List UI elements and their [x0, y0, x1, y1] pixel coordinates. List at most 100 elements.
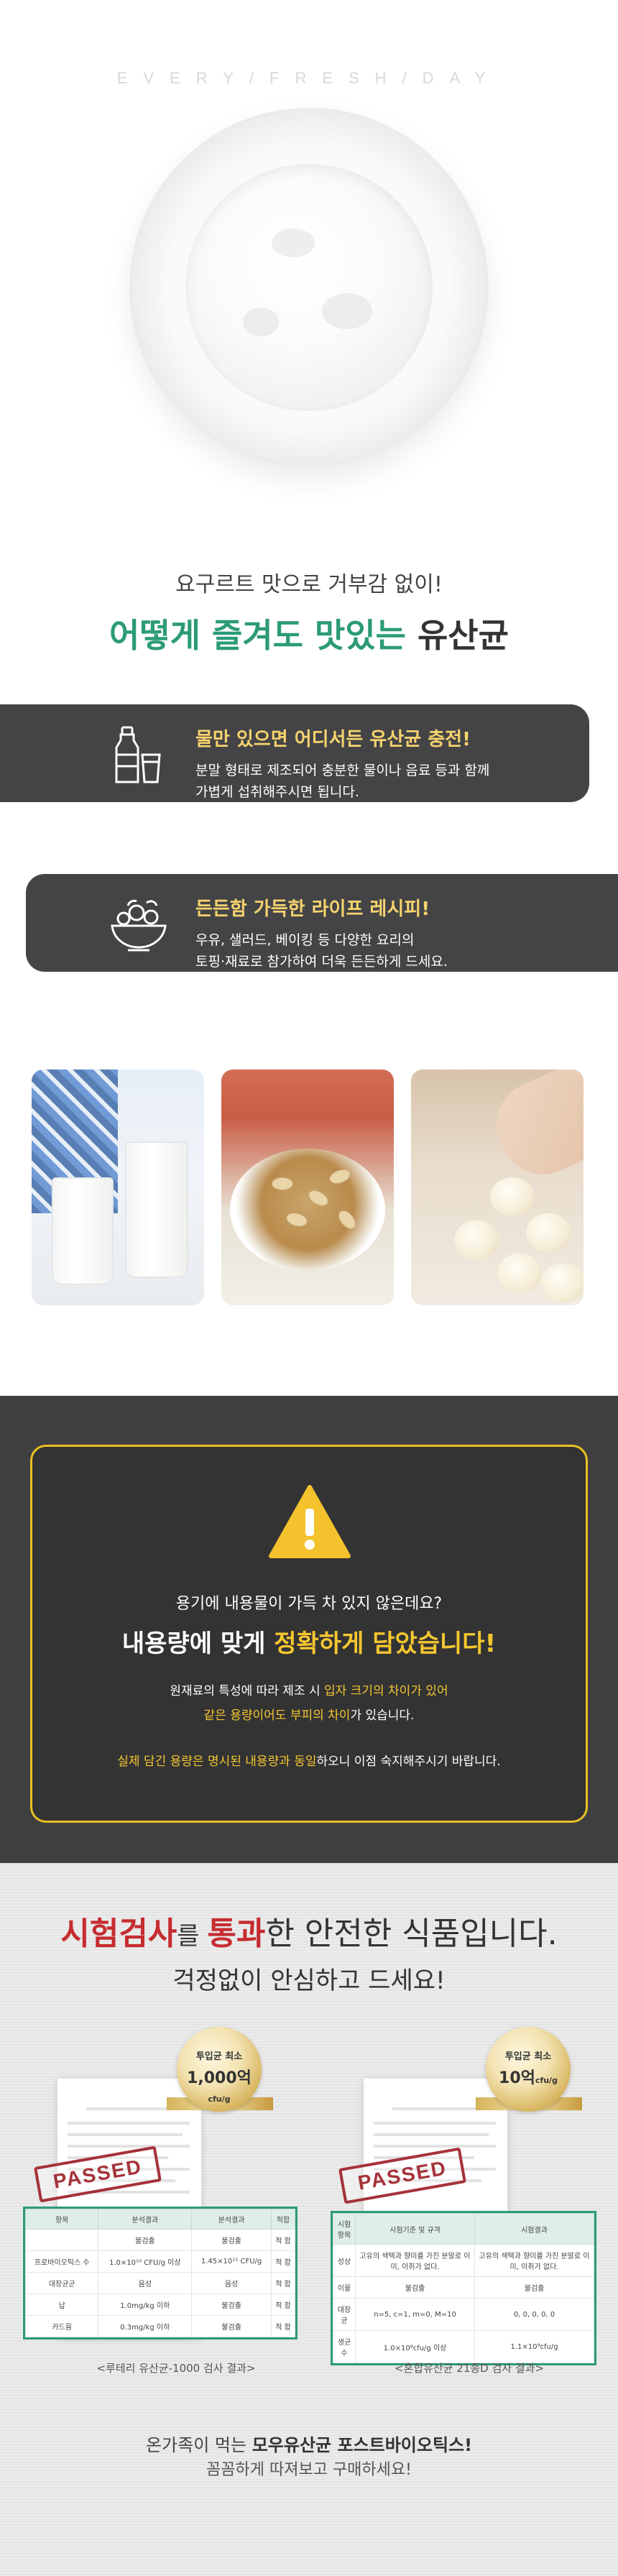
- table-row: 이물 불검출 불검출: [332, 2276, 594, 2299]
- badge-2-amount: 10억: [499, 2069, 535, 2087]
- notice-title: 내용량에 맞게 정확하게 담았습니다!: [32, 1624, 586, 1659]
- feature-text-water: 물만 있으면 어디서든 유산균 충전! 분말 형태로 제조되어 충분한 물이나 …: [195, 724, 489, 803]
- notice-title-yellow: 정확하게 담았습니다!: [274, 1629, 497, 1658]
- test-table-1: 항목 분석결과 분석결과 적합 불검출 불검출 적 합 프로바이오틱스 수 1.…: [23, 2207, 298, 2340]
- badge-2-value: 10억cfu/g: [486, 2065, 571, 2088]
- badge-2-label: 투입균 최소: [504, 2051, 552, 2062]
- table-cell: 대장균: [332, 2298, 356, 2331]
- feature-title-water: 물만 있으면 어디서든 유산균 충전!: [195, 729, 471, 750]
- feature-desc-recipe-2: 토핑·재료로 참가하여 더욱 든든하게 드세요.: [195, 954, 448, 970]
- table-cell: 1.0×10¹⁰ CFU/g 이상: [98, 2250, 193, 2273]
- table-1-header: 분석결과: [98, 2209, 193, 2230]
- hero-title: 어떻게 즐겨도 맛있는 유산균: [0, 610, 618, 657]
- closing-line-1-b: 모우유산균 포스트바이오틱스!: [252, 2435, 473, 2455]
- feature-card-water: 물만 있으면 어디서든 유산균 충전! 분말 형태로 제조되어 충분한 물이나 …: [0, 704, 589, 802]
- table-cell: 음성: [98, 2272, 193, 2294]
- table-cell: 불검출: [191, 2229, 272, 2251]
- table-row: 생균수 1.0×10⁸cfu/g 이상 1.1×10⁹cfu/g: [332, 2330, 594, 2363]
- salad-bowl-icon: [111, 899, 167, 952]
- powder-bowl-image: [129, 108, 489, 467]
- table-cell: 불검출: [474, 2276, 594, 2299]
- table-row: 프로바이오틱스 수 1.0×10¹⁰ CFU/g 이상 1.45×10¹¹ CF…: [24, 2250, 296, 2273]
- table-cell: 0, 0, 0, 0, 0: [474, 2298, 594, 2331]
- granola-photo: [221, 1070, 394, 1305]
- table-row: 납 1.0mg/kg 이하 불검출 적 합: [24, 2294, 296, 2316]
- closing-line-1: 온가족이 먹는 모우유산균 포스트바이오틱스!: [0, 2431, 618, 2456]
- feature-desc-recipe-1: 우유, 샐러드, 베이킹 등 다양한 요리의: [195, 932, 415, 948]
- notice-line-2: 같은 용량이어도 부피의 차이가 있습니다.: [32, 1706, 586, 1726]
- warning-icon: [269, 1485, 351, 1558]
- table-cell: 고유의 색택과 향미를 가진 분말로 이미, 이취가 없다.: [355, 2244, 475, 2277]
- feature-desc-water-2: 가볍게 섭취해주시면 됩니다.: [195, 784, 359, 800]
- table-cell: 불검출: [191, 2315, 272, 2337]
- table-cell: 1.1×10⁹cfu/g: [474, 2330, 594, 2363]
- badge-1-value: 1,000억 cfu/g: [177, 2065, 262, 2106]
- table-cell: 불검출: [355, 2276, 475, 2299]
- table-cell: 이물: [332, 2276, 356, 2299]
- feature-card-recipe: 든든함 가득한 라이프 레시피! 우유, 샐러드, 베이킹 등 다양한 요리의 …: [26, 874, 618, 972]
- hero-section: EVERY/FRESH/DAY 요구르트 맛으로 거부감 없이! 어떻게 즐겨도…: [0, 0, 618, 690]
- table-cell: 1.0×10⁸cfu/g 이상: [355, 2330, 475, 2363]
- notice-title-white: 내용량에 맞게: [121, 1629, 275, 1658]
- table-cell: 0.3mg/kg 이하: [98, 2315, 193, 2337]
- table-cell: 고유의 색택과 향미를 가진 분말로 이미, 이취가 없다.: [474, 2244, 594, 2277]
- table-row: 불검출 불검출 적 합: [24, 2229, 296, 2251]
- notice-line-3-b: 하오니 이점 숙지해주시기 바랍니다.: [316, 1754, 501, 1769]
- table-cell: 적 합: [270, 2294, 296, 2316]
- table-row: 성상 고유의 색택과 향미를 가진 분말로 이미, 이취가 없다. 고유의 색택…: [332, 2244, 594, 2277]
- badge-1-unit: cfu/g: [208, 2094, 231, 2104]
- notice-line-1-a: 원재료의 특성에 따라 제조 시: [170, 1684, 325, 1698]
- table-cell: 1.0mg/kg 이하: [98, 2294, 193, 2316]
- milk-photo: [32, 1070, 204, 1305]
- table-cell: 적 합: [270, 2315, 296, 2337]
- notice-box: 용기에 내용물이 가득 차 있지 않은데요? 내용량에 맞게 정확하게 담았습니…: [30, 1445, 588, 1823]
- table-cell: 음성: [191, 2272, 272, 2294]
- table-1-header: 적합: [270, 2209, 296, 2230]
- table-cell: 납: [24, 2294, 99, 2316]
- badge-2-unit: cfu/g: [535, 2076, 558, 2085]
- notice-section: 용기에 내용물이 가득 차 있지 않은데요? 내용량에 맞게 정확하게 담았습니…: [0, 1396, 618, 1863]
- table-cell: 1.45×10¹¹ CFU/g: [191, 2250, 272, 2273]
- test-subtitle: 걱정없이 안심하고 드세요!: [172, 1966, 446, 1995]
- table-cell: 프로바이오틱스 수: [24, 2250, 99, 2273]
- notice-line-2-b: 가 있습니다.: [350, 1708, 415, 1723]
- test-table-2: 시험항목 시험기준 및 규격 시험결과 성상 고유의 색택과 향미를 가진 분말…: [331, 2211, 596, 2365]
- feature-title-recipe: 든든함 가득한 라이프 레시피!: [195, 898, 430, 920]
- table-cell: 성상: [332, 2244, 356, 2277]
- hero-subtitle: 요구르트 맛으로 거부감 없이!: [175, 572, 443, 597]
- table-row: 대장균군 음성 음성 적 합: [24, 2272, 296, 2294]
- test-title-rest: 한 안전한 식품입니다.: [265, 1915, 558, 1952]
- table-2-header: 시험기준 및 규격: [355, 2213, 475, 2245]
- table-cell: 적 합: [270, 2250, 296, 2273]
- badge-1-label: 투입균 최소: [195, 2051, 243, 2062]
- test-caption-2: <혼합유산균 21종D 검사 결과>: [394, 2362, 545, 2375]
- table-cell: 적 합: [270, 2272, 296, 2294]
- badge-1-amount: 1,000억: [187, 2069, 252, 2087]
- test-title-red-2: 통과: [207, 1915, 266, 1952]
- test-title: 시험검사를 통과한 안전한 식품입니다.: [0, 1908, 618, 1954]
- dough-balls-photo: [411, 1070, 584, 1305]
- notice-line-3-a: 실제 담긴 용량은 명시된 내용량과 동일: [117, 1754, 317, 1769]
- hero-title-dark: 유산균: [417, 616, 509, 655]
- closing-line-1-a: 온가족이 먹는: [145, 2435, 252, 2455]
- notice-line-2-a: 같은 용량이어도 부피의 차이: [203, 1708, 351, 1723]
- notice-line-3: 실제 담긴 용량은 명시된 내용량과 동일하오니 이점 숙지해주시기 바랍니다.: [32, 1752, 586, 1772]
- test-title-red-1: 시험검사: [60, 1915, 177, 1952]
- test-title-particle: 를: [177, 1922, 208, 1951]
- table-cell: 적 합: [270, 2229, 296, 2251]
- table-cell: 대장균군: [24, 2272, 99, 2294]
- feature-text-recipe: 든든함 가득한 라이프 레시피! 우유, 샐러드, 베이킹 등 다양한 요리의 …: [195, 894, 448, 972]
- test-caption-1: <루테리 유산균-1000 검사 결과>: [96, 2362, 256, 2375]
- table-cell: 카드뮴: [24, 2315, 99, 2337]
- hero-title-green: 어떻게 즐겨도 맛있는: [109, 616, 406, 655]
- table-1-header: 항목: [24, 2209, 99, 2230]
- table-2-header: 시험항목: [332, 2213, 356, 2245]
- powder-image: [185, 164, 433, 411]
- table-cell: 불검출: [191, 2294, 272, 2316]
- table-cell: [24, 2229, 99, 2251]
- test-results-section: 시험검사를 통과한 안전한 식품입니다. 걱정없이 안심하고 드세요! 투입균 …: [0, 1863, 618, 2576]
- closing-line-2: 꼼꼼하게 따져보고 구매하세요!: [206, 2461, 412, 2479]
- table-row: 카드뮴 0.3mg/kg 이하 불검출 적 합: [24, 2315, 296, 2337]
- table-cell: 불검출: [98, 2229, 193, 2251]
- hero-tagline: EVERY/FRESH/DAY: [116, 69, 502, 87]
